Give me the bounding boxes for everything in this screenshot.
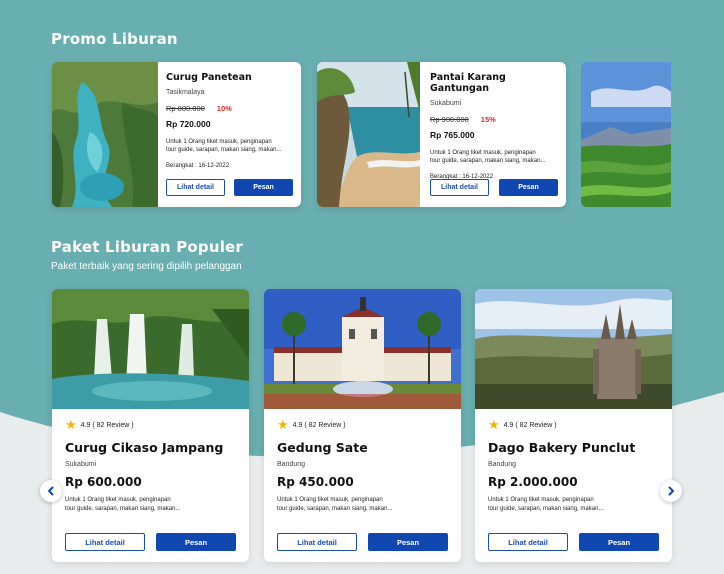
promo-description: Untuk 1 Orang tiket masuk, penginapan to… (166, 138, 293, 154)
popular-description: Untuk 1 Orang tiket masuk, penginapan to… (488, 496, 659, 514)
popular-card: ★ 4.9 ( 82 Review ) Gedung Sate Bandung … (264, 289, 461, 562)
promo-date: Berangkat : 16-12-2022 (166, 163, 230, 169)
detail-button[interactable]: Lihat detail (430, 179, 489, 196)
detail-button[interactable]: Lihat detail (65, 533, 145, 551)
order-button[interactable]: Pesan (156, 533, 236, 551)
popular-location: Bandung (488, 461, 517, 468)
promo-discount: 10% (216, 104, 232, 113)
order-button[interactable]: Pesan (368, 533, 448, 551)
rating-text: 4.9 ( 82 Review ) (503, 421, 557, 429)
promo-title: Pantai Karang Gantungan (430, 72, 506, 94)
popular-desc-line: tour guide, sarapan, makan siang, makan.… (277, 506, 393, 512)
popular-desc-line: tour guide, sarapan, makan siang, makan.… (488, 506, 604, 512)
popular-title: Dago Bakery Punclut (488, 440, 636, 455)
rating: ★ 4.9 ( 82 Review ) (277, 417, 448, 432)
promo-old-price: Rp 900.000 (430, 115, 469, 124)
promo-image-beach (317, 62, 420, 207)
promo-price: Rp 765.000 (430, 130, 475, 140)
popular-price: Rp 2.000.000 (488, 475, 578, 489)
star-icon: ★ (277, 417, 289, 432)
carousel-next-button[interactable] (660, 480, 682, 502)
rating-text: 4.9 ( 82 Review ) (292, 421, 346, 429)
popular-card: ★ 4.9 ( 82 Review ) Curug Cikaso Jampang… (52, 289, 249, 562)
order-button[interactable]: Pesan (234, 179, 293, 196)
chevron-right-icon (668, 486, 674, 496)
popular-desc-line: tour guide, sarapan, makan siang, makan.… (65, 506, 181, 512)
promo-card: Curug Panetean Tasikmalaya Rp 800.000 10… (52, 62, 301, 207)
promo-desc-line: tour guide, sarapan, makan siang, makan.… (430, 158, 546, 164)
promo-image-hills (581, 62, 671, 207)
popular-section-title: Paket Liburan Populer (51, 238, 244, 256)
chevron-left-icon (48, 486, 54, 496)
promo-card-partial[interactable] (581, 62, 671, 207)
promo-desc-line: tour guide, sarapan, makan siang, makan.… (166, 147, 282, 153)
promo-location: Sukabumi (430, 100, 462, 107)
star-icon: ★ (65, 417, 77, 432)
promo-desc-line: Untuk 1 Orang tiket masuk, penginapan (166, 139, 272, 145)
detail-button[interactable]: Lihat detail (488, 533, 568, 551)
rating-text: 4.9 ( 82 Review ) (80, 421, 134, 429)
popular-price: Rp 600.000 (65, 475, 142, 489)
promo-old-price: Rp 800.000 (166, 104, 205, 113)
popular-description: Untuk 1 Orang tiket masuk, penginapan to… (65, 496, 236, 514)
popular-section-subtitle: Paket terbaik yang sering dipilih pelang… (51, 261, 242, 272)
promo-discount: 15% (480, 115, 496, 124)
popular-desc-line: Untuk 1 Orang tiket masuk, penginapan (277, 497, 383, 503)
detail-button[interactable]: Lihat detail (277, 533, 357, 551)
popular-price: Rp 450.000 (277, 475, 354, 489)
promo-description: Untuk 1 Orang tiket masuk, penginapan to… (430, 149, 558, 165)
popular-image-building (264, 289, 461, 409)
promo-price: Rp 720.000 (166, 119, 211, 129)
order-button[interactable]: Pesan (499, 179, 558, 196)
star-icon: ★ (488, 417, 500, 432)
promo-location: Tasikmalaya (166, 89, 205, 96)
popular-location: Sukabumi (65, 461, 97, 468)
promo-desc-line: Untuk 1 Orang tiket masuk, penginapan (430, 150, 536, 156)
popular-title: Gedung Sate (277, 440, 368, 455)
promo-image-waterfall (52, 62, 158, 207)
popular-location: Bandung (277, 461, 306, 468)
popular-image-waterfall (52, 289, 249, 409)
rating: ★ 4.9 ( 82 Review ) (65, 417, 236, 432)
popular-title: Curug Cikaso Jampang (65, 440, 224, 455)
order-button[interactable]: Pesan (579, 533, 659, 551)
popular-description: Untuk 1 Orang tiket masuk, penginapan to… (277, 496, 448, 514)
rating: ★ 4.9 ( 82 Review ) (488, 417, 659, 432)
popular-desc-line: Untuk 1 Orang tiket masuk, penginapan (488, 497, 594, 503)
promo-card: Pantai Karang Gantungan Sukabumi Rp 900.… (317, 62, 566, 207)
promo-title: Curug Panetean (166, 72, 252, 83)
detail-button[interactable]: Lihat detail (166, 179, 225, 196)
carousel-prev-button[interactable] (40, 480, 62, 502)
popular-image-castle (475, 289, 672, 409)
promo-section-title: Promo Liburan (51, 30, 178, 48)
popular-card: ★ 4.9 ( 82 Review ) Dago Bakery Punclut … (475, 289, 672, 562)
popular-desc-line: Untuk 1 Orang tiket masuk, penginapan (65, 497, 171, 503)
